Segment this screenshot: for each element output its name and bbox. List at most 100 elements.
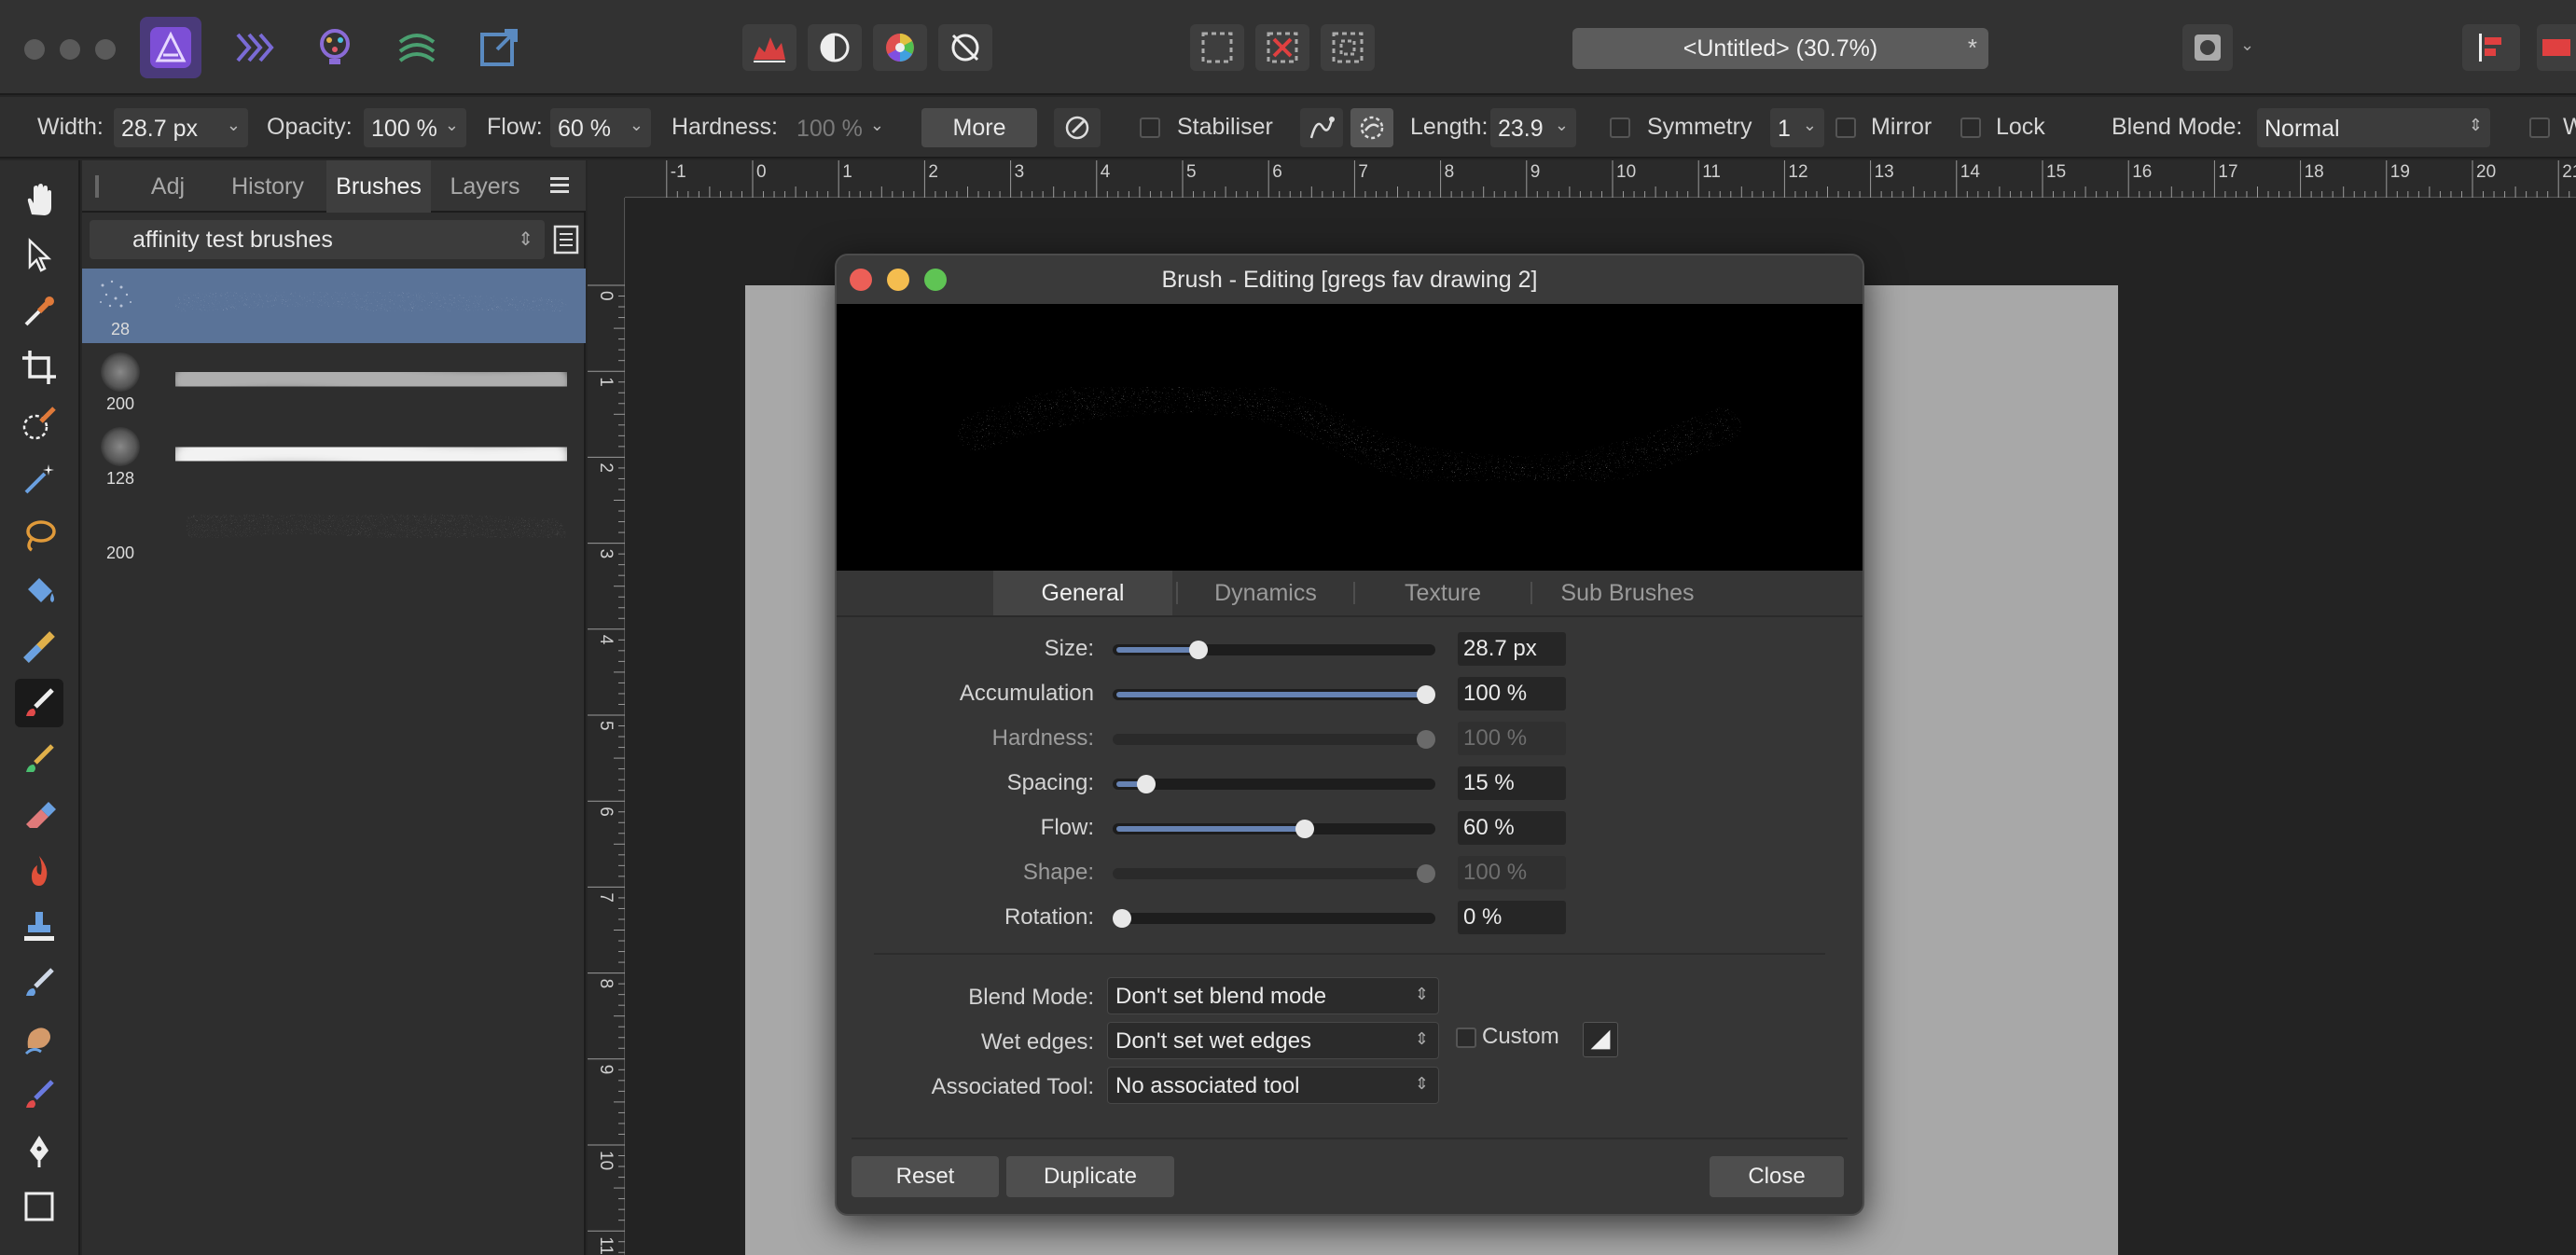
export-persona-button[interactable] <box>468 17 530 78</box>
wet-edges-select[interactable]: Don't set wet edges ⇕ <box>1107 1022 1439 1059</box>
auto-colors-button[interactable] <box>873 24 927 71</box>
reset-button[interactable]: Reset <box>852 1156 999 1197</box>
liquify-persona-button[interactable] <box>222 17 284 78</box>
close-button[interactable]: Close <box>1710 1156 1844 1197</box>
brush-item[interactable]: 128 <box>82 418 586 492</box>
flow-slider[interactable] <box>1113 820 1435 838</box>
brush-item[interactable]: 200 <box>82 492 586 567</box>
flood-select-tool[interactable] <box>15 455 63 503</box>
shape-slider[interactable] <box>1113 864 1435 883</box>
color-replacement-tool[interactable] <box>15 735 63 783</box>
auto-contrast-button[interactable] <box>808 24 862 71</box>
auto-white-balance-button[interactable] <box>938 24 992 71</box>
accumulation-value-field[interactable]: 100 % <box>1458 677 1566 710</box>
slider-knob[interactable] <box>1417 685 1435 704</box>
healing-brush-tool[interactable] <box>15 958 63 1007</box>
rope-mode-button[interactable] <box>1300 108 1343 147</box>
arrange-button[interactable] <box>2462 24 2520 71</box>
smudge-brush-tool[interactable] <box>15 1014 63 1063</box>
histogram-button[interactable] <box>742 24 796 71</box>
photo-persona-button[interactable] <box>140 17 201 78</box>
slider-knob[interactable] <box>1417 730 1435 749</box>
invert-selection-button[interactable] <box>1321 24 1375 71</box>
crop-tool[interactable] <box>15 343 63 392</box>
select-all-button[interactable] <box>1190 24 1244 71</box>
panel-grip-icon[interactable] <box>95 175 99 198</box>
tab-dynamics[interactable]: Dynamics <box>1180 571 1351 615</box>
duplicate-button[interactable]: Duplicate <box>1006 1156 1174 1197</box>
spacing-value-field[interactable]: 15 % <box>1458 766 1566 800</box>
rotation-slider[interactable] <box>1113 909 1435 928</box>
quick-mask-button[interactable] <box>2182 24 2233 71</box>
window-zoom-button[interactable] <box>95 39 116 60</box>
accumulation-slider[interactable] <box>1113 685 1435 704</box>
color-picker-tool[interactable] <box>15 287 63 336</box>
slider-knob[interactable] <box>1295 820 1314 838</box>
move-tool[interactable] <box>15 231 63 280</box>
length-field[interactable]: 23.9 ⌄ <box>1490 108 1576 147</box>
size-value-field[interactable]: 28.7 px <box>1458 632 1566 666</box>
erase-brush-tool[interactable] <box>15 791 63 839</box>
tab-brushes[interactable]: Brushes <box>326 160 431 213</box>
symmetry-checkbox[interactable] <box>1610 117 1630 138</box>
freehand-selection-tool[interactable] <box>15 511 63 559</box>
tone-mapping-persona-button[interactable] <box>386 17 448 78</box>
width-field[interactable]: 28.7 px ⌄ <box>114 108 248 147</box>
opacity-field[interactable]: 100 % ⌄ <box>364 108 466 147</box>
flow-value-field[interactable]: 60 % <box>1458 811 1566 845</box>
more-button[interactable]: More <box>921 108 1037 147</box>
quick-mask-chevron-icon[interactable]: ⌄ <box>2240 35 2254 55</box>
blend-mode-select[interactable]: Normal ⇕ <box>2257 108 2490 147</box>
paint-brush-tool[interactable] <box>15 679 63 727</box>
mirror-checkbox[interactable] <box>1835 117 1856 138</box>
flow-field[interactable]: 60 % ⌄ <box>550 108 651 147</box>
size-slider[interactable] <box>1113 641 1435 659</box>
slider-knob[interactable] <box>1137 775 1156 793</box>
document-title-tab[interactable]: <Untitled> (30.7%) * <box>1572 28 1988 69</box>
brush-item[interactable]: 28 <box>82 269 586 343</box>
slider-knob[interactable] <box>1188 641 1208 659</box>
tab-texture[interactable]: Texture <box>1357 571 1529 615</box>
lock-checkbox[interactable] <box>1960 117 1981 138</box>
rectangle-tool[interactable] <box>15 1182 63 1231</box>
brush-category-select[interactable]: affinity test brushes ⇕ <box>90 220 545 259</box>
burn-brush-tool[interactable] <box>15 847 63 895</box>
hardness-slider[interactable] <box>1113 730 1435 749</box>
slider-knob[interactable] <box>1113 909 1131 928</box>
tab-adj[interactable]: Adj <box>131 160 205 213</box>
stabiliser-checkbox[interactable] <box>1140 117 1160 138</box>
pen-tool[interactable] <box>15 1126 63 1175</box>
window-minimize-button[interactable] <box>60 39 80 60</box>
dialog-minimize-light[interactable] <box>887 269 909 291</box>
hardness-field[interactable]: 100 % ⌄ <box>789 108 892 147</box>
tab-sub-brushes[interactable]: Sub Brushes <box>1534 571 1721 615</box>
view-tool[interactable] <box>15 175 63 224</box>
wet-edges-checkbox[interactable] <box>2529 117 2550 138</box>
brush-options-button[interactable] <box>1054 108 1101 147</box>
dialog-close-light[interactable] <box>850 269 872 291</box>
window-mode-button[interactable] <box>1350 108 1393 147</box>
brush-list-view-icon[interactable] <box>552 224 580 255</box>
custom-curve-button[interactable] <box>1583 1022 1618 1057</box>
shape-value-field[interactable]: 100 % <box>1458 856 1566 890</box>
clone-brush-tool[interactable] <box>15 903 63 951</box>
brush-item[interactable]: 200 <box>82 343 586 418</box>
panel-menu-icon[interactable] <box>548 173 571 198</box>
tab-history[interactable]: History <box>216 160 319 213</box>
window-close-button[interactable] <box>24 39 45 60</box>
spacing-slider[interactable] <box>1113 775 1435 793</box>
hardness-value-field[interactable]: 100 % <box>1458 722 1566 755</box>
deselect-button[interactable] <box>1255 24 1309 71</box>
tab-layers[interactable]: Layers <box>440 160 530 213</box>
rotation-value-field[interactable]: 0 % <box>1458 901 1566 934</box>
develop-persona-button[interactable] <box>304 17 366 78</box>
assistant-button[interactable] <box>2537 24 2576 71</box>
associated-tool-select[interactable]: No associated tool ⇕ <box>1107 1067 1439 1104</box>
symmetry-count-field[interactable]: 1 ⌄ <box>1770 108 1824 147</box>
flood-fill-tool[interactable] <box>15 567 63 615</box>
tab-general[interactable]: General <box>993 571 1172 615</box>
red-eye-tool[interactable] <box>15 1070 63 1119</box>
dialog-zoom-light[interactable] <box>924 269 947 291</box>
custom-checkbox[interactable] <box>1456 1027 1476 1048</box>
gradient-tool[interactable] <box>15 623 63 671</box>
